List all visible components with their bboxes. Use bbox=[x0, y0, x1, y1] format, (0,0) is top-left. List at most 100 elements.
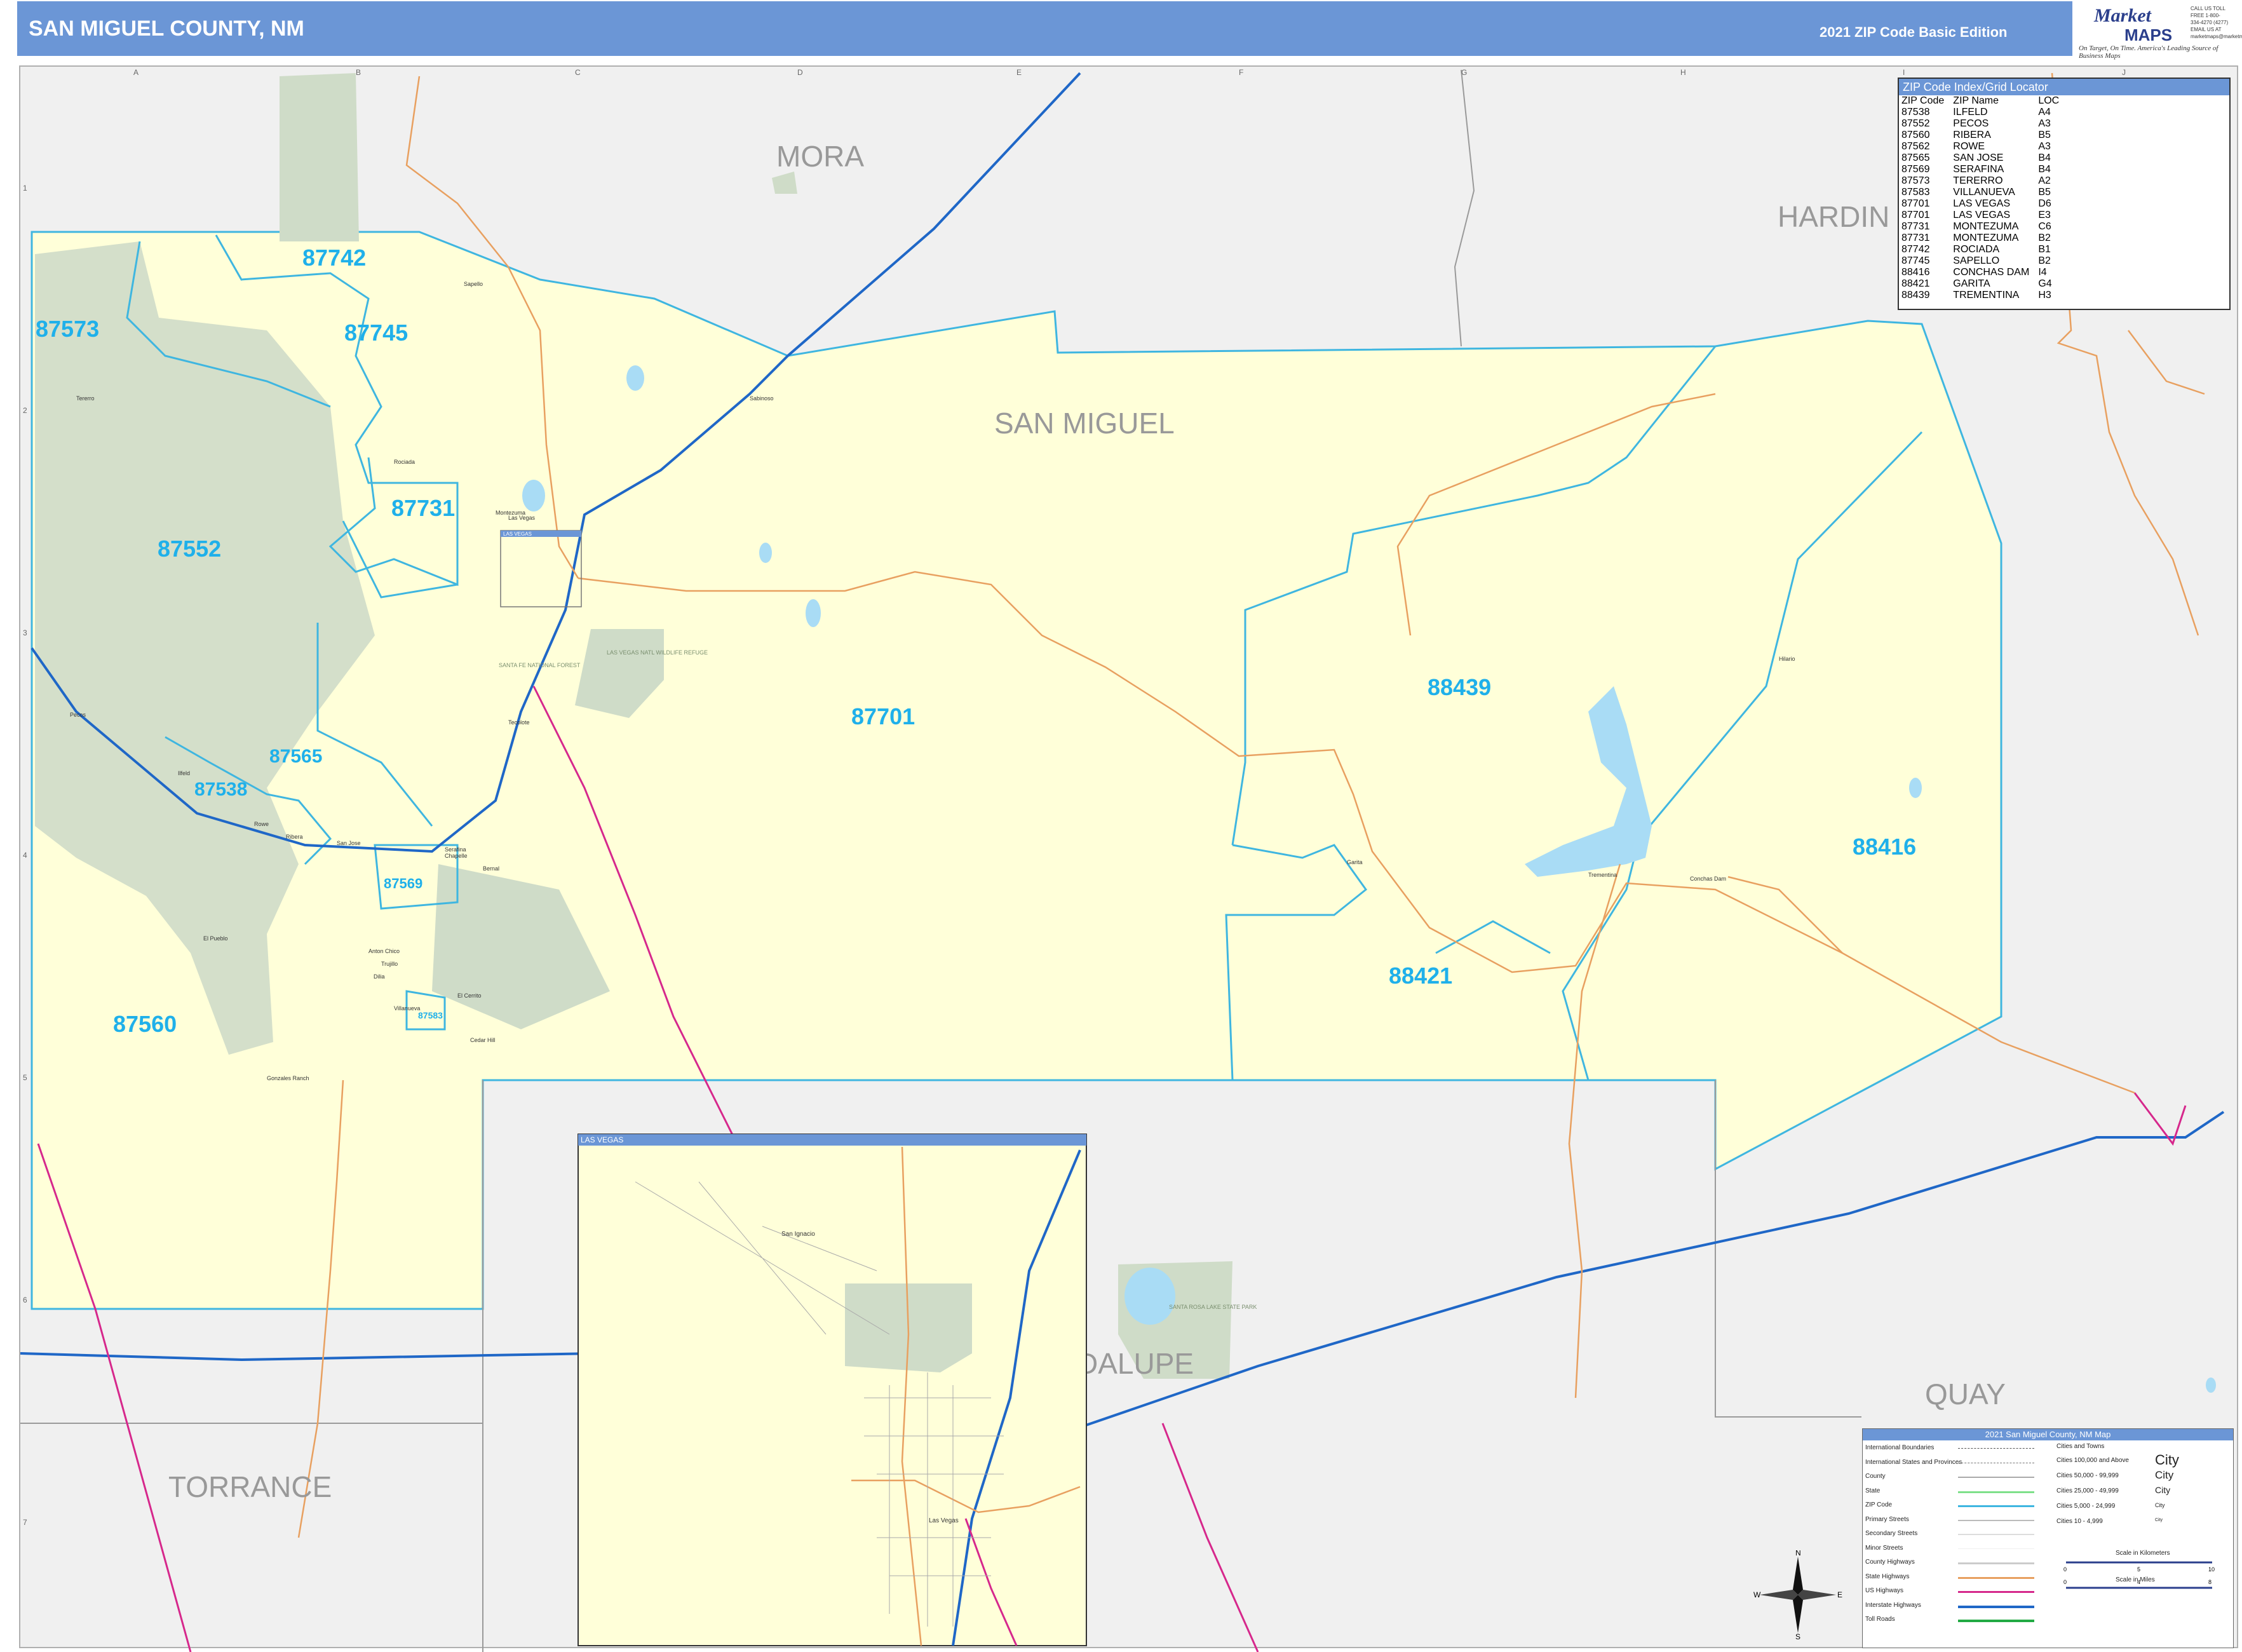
table-row: 87701 LAS VEGAS E3 bbox=[1901, 210, 2068, 221]
zip-name-cell: MONTEZUMA bbox=[1953, 233, 2019, 243]
legend-item: State Highways bbox=[1865, 1573, 1910, 1580]
scale-tick: 4 bbox=[2137, 1579, 2140, 1585]
zip-index-grid: ZIP Code ZIP Name LOC 87538 ILFELD A4 87552… bbox=[1901, 95, 2068, 301]
zip-name-cell: CONCHAS DAM bbox=[1953, 267, 2030, 278]
legend-item: Interstate Highways bbox=[1865, 1601, 1921, 1609]
zip-code-cell: 87565 bbox=[1901, 152, 1930, 163]
grid-col-label: F bbox=[1239, 68, 1243, 77]
zip-name-cell: RIBERA bbox=[1953, 130, 1991, 140]
compass-n: N bbox=[1795, 1550, 1801, 1557]
zip-label: 87569 bbox=[384, 876, 422, 891]
zip-code-cell: 87742 bbox=[1901, 244, 1930, 255]
place-label: Ribera bbox=[286, 834, 303, 840]
las-vegas-inset[interactable]: LAS VEGAS San Ignacio Las Vegas bbox=[577, 1134, 1087, 1646]
zip-code-cell: 87560 bbox=[1901, 130, 1930, 140]
legend-title: 2021 San Miguel County, NM Map bbox=[1863, 1429, 2233, 1440]
legend-swatch bbox=[1958, 1519, 2034, 1521]
grid-loc-cell: A3 bbox=[2038, 118, 2051, 129]
legend-item: Minor Streets bbox=[1865, 1544, 1903, 1552]
zip-label: 88439 bbox=[1428, 674, 1491, 700]
column-header: LOC bbox=[2038, 95, 2060, 106]
compass-rose-icon: N S W E bbox=[1753, 1550, 1842, 1639]
zip-label: 87745 bbox=[344, 320, 408, 346]
zip-name-cell: PECOS bbox=[1953, 118, 1989, 129]
zip-name-cell: ROWE bbox=[1953, 141, 1985, 152]
zip-label: 87565 bbox=[269, 746, 322, 767]
place-label: Dilia bbox=[374, 973, 385, 980]
grid-col-label: C bbox=[575, 68, 581, 77]
place-label: Villanueva bbox=[394, 1005, 420, 1012]
grid-loc-cell: B1 bbox=[2038, 244, 2051, 255]
zip-index-table: ZIP Code Index/Grid Locator ZIP Code ZIP… bbox=[1898, 78, 2231, 310]
zip-name-cell: ROCIADA bbox=[1953, 244, 2000, 255]
place-label: Pecos bbox=[70, 712, 86, 718]
legend-item: US Highways bbox=[1865, 1587, 1904, 1594]
zip-code-cell: 87731 bbox=[1901, 233, 1930, 243]
place-label: El Pueblo bbox=[203, 935, 228, 942]
table-row: 87745 SAPELLO B2 bbox=[1901, 255, 2068, 267]
legend-swatch bbox=[1958, 1591, 2034, 1593]
scale-tick: 0 bbox=[2063, 1566, 2067, 1573]
legend-cities-header: Cities and Towns bbox=[2056, 1443, 2105, 1450]
place-label: Cedar Hill bbox=[470, 1037, 496, 1043]
column-header: ZIP Name bbox=[1953, 95, 1999, 106]
grid-loc-cell: A3 bbox=[2038, 141, 2051, 152]
zip-label: 87701 bbox=[851, 703, 915, 729]
place-label: Gonzales Ranch bbox=[267, 1075, 309, 1081]
legend-city-size: Cities 25,000 - 49,999 bbox=[2056, 1487, 2119, 1494]
legend-swatch bbox=[1958, 1477, 2034, 1478]
place-label: Sabinoso bbox=[750, 395, 774, 402]
grid-loc-cell: B4 bbox=[2038, 152, 2051, 163]
table-row: 87731 MONTEZUMA B2 bbox=[1901, 233, 2068, 244]
table-row: 87560 RIBERA B5 bbox=[1901, 130, 2068, 141]
county-label: DALUPE bbox=[1077, 1347, 1194, 1380]
place-label: Rowe bbox=[254, 821, 269, 827]
grid-loc-cell: B5 bbox=[2038, 130, 2051, 140]
table-row: 87701 LAS VEGAS D6 bbox=[1901, 198, 2068, 210]
table-row: 88439 TREMENTINA H3 bbox=[1901, 290, 2068, 301]
place-label: Ilfeld bbox=[178, 770, 190, 776]
zip-code-cell: 88439 bbox=[1901, 290, 1930, 301]
zip-code-cell: 87731 bbox=[1901, 221, 1930, 232]
grid-row-label: 3 bbox=[23, 628, 27, 637]
grid-col-label: H bbox=[1680, 68, 1686, 77]
zip-label: 88416 bbox=[1853, 834, 1916, 860]
zip-label: 87573 bbox=[36, 316, 99, 342]
county-label: MORA bbox=[776, 140, 864, 173]
legend-item: Secondary Streets bbox=[1865, 1530, 1918, 1537]
compass-south-arrow bbox=[1793, 1595, 1803, 1633]
legend-swatch bbox=[1958, 1534, 2034, 1535]
legend-swatch bbox=[1958, 1505, 2034, 1507]
compass-east-arrow bbox=[1798, 1590, 1836, 1600]
table-header-row: ZIP Code ZIP Name LOC bbox=[1901, 95, 2068, 107]
grid-col-label: I bbox=[1903, 68, 1905, 77]
place-label: Garita bbox=[1347, 859, 1363, 865]
grid-row-label: 2 bbox=[23, 406, 27, 415]
grid-loc-cell: C6 bbox=[2038, 221, 2051, 232]
legend-item: ZIP Code bbox=[1865, 1501, 1893, 1508]
scale-tick: 8 bbox=[2208, 1579, 2212, 1585]
zip-code-cell: 87538 bbox=[1901, 107, 1930, 118]
zip-label: 87538 bbox=[194, 779, 247, 800]
legend-city-sample: City bbox=[2155, 1517, 2163, 1522]
grid-col-label: A bbox=[133, 68, 138, 77]
refuge-label: LAS VEGAS NATL WILDLIFE REFUGE bbox=[607, 649, 708, 656]
place-label: Tererro bbox=[76, 395, 95, 402]
county-label: SAN MIGUEL bbox=[994, 407, 1175, 440]
zip-index-title: ZIP Code Index/Grid Locator bbox=[1899, 79, 2229, 95]
zip-name-cell: GARITA bbox=[1953, 278, 1990, 289]
county-label: QUAY bbox=[1925, 1378, 2006, 1411]
grid-loc-cell: B2 bbox=[2038, 255, 2051, 266]
zip-label: 87742 bbox=[302, 245, 366, 271]
grid-col-label: G bbox=[1461, 68, 1467, 77]
zip-name-cell: TERERRO bbox=[1953, 175, 2003, 186]
grid-loc-cell: G4 bbox=[2038, 278, 2052, 289]
column-header: ZIP Code bbox=[1901, 95, 1945, 106]
legend-city-size: Cities 50,000 - 99,999 bbox=[2056, 1472, 2119, 1479]
place-label: Tecolote bbox=[508, 719, 530, 726]
zip-code-cell: 87562 bbox=[1901, 141, 1930, 152]
grid-loc-cell: E3 bbox=[2038, 210, 2051, 220]
legend-city-sample: City bbox=[2155, 1468, 2174, 1481]
place-label: Anton Chico bbox=[368, 948, 400, 954]
zip-label: 87583 bbox=[418, 1010, 443, 1020]
